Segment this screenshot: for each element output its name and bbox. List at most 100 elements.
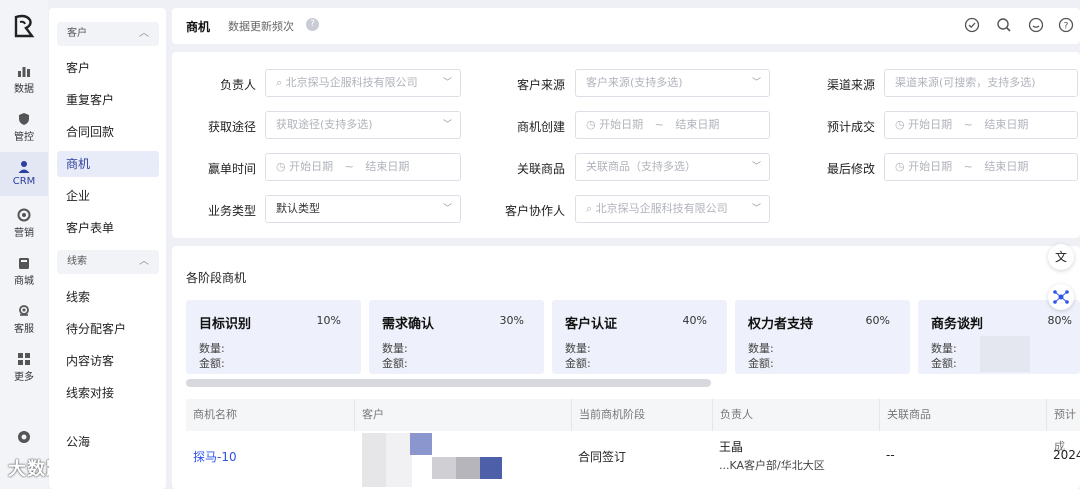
stage-card[interactable]: 目标识别 10% 数量: 金额:: [186, 300, 361, 374]
svg-text:?: ?: [1064, 22, 1069, 32]
rail-item-more[interactable]: 更多: [0, 350, 48, 384]
rail-item-service[interactable]: 客服: [0, 302, 48, 336]
chevron-down-icon: ﹀: [751, 162, 761, 172]
redacted-block: [386, 433, 412, 487]
owner-label: 负责人: [219, 78, 256, 92]
rail-label: 更多: [14, 372, 34, 383]
nav-item-duplicate-customer[interactable]: 重复客户: [57, 87, 159, 113]
target-icon: [17, 208, 31, 222]
chevron-down-icon: ﹀: [442, 204, 452, 214]
clock-icon: ◷: [586, 118, 600, 131]
biz-type-select[interactable]: 默认类型 ﹀: [265, 195, 461, 223]
nav-item-leads[interactable]: 线索: [57, 284, 159, 310]
customer-source-label: 客户来源: [516, 78, 565, 92]
owner-select[interactable]: ⌕ 北京探马企服科技有限公司 ﹀: [265, 69, 461, 97]
nav-item-contract-payment[interactable]: 合同回款: [57, 119, 159, 145]
customer-source-select[interactable]: 客户来源(支持多选) ﹀: [575, 69, 770, 97]
page-title: 商机: [186, 20, 211, 34]
stage-percent: 40%: [682, 314, 707, 327]
acquire-way-label: 获取途径: [207, 120, 256, 134]
app-logo-icon[interactable]: [12, 14, 36, 40]
expected-close-date-range[interactable]: ◷ 开始日期 ~ 结束日期: [884, 111, 1078, 139]
nav-item-content-visitor[interactable]: 内容访客: [57, 348, 159, 374]
headset-icon: [19, 305, 29, 316]
acquire-way-placeholder: 获取途径(支持多选): [276, 118, 373, 131]
collaborator-select[interactable]: ⌕ 北京探马企服科技有限公司 ﹀: [575, 195, 770, 223]
chevron-up-icon: ︿: [139, 256, 149, 267]
biz-type-value: 默认类型: [276, 202, 320, 215]
end-date-placeholder: 结束日期: [365, 160, 410, 173]
rail-item-crm[interactable]: CRM: [0, 152, 48, 196]
nav-group-customer[interactable]: 客户 ︿: [57, 22, 159, 46]
start-date-placeholder: 开始日期: [908, 118, 953, 131]
nav-item-enterprise[interactable]: 企业: [57, 183, 159, 209]
data-update-frequency[interactable]: 数据更新频次: [228, 18, 294, 34]
nav-item-customer-form[interactable]: 客户表单: [57, 215, 159, 241]
redacted-block: [410, 433, 432, 455]
column-header[interactable]: 负责人: [712, 399, 753, 431]
redacted-block: [980, 336, 1030, 372]
stage-name: 需求确认: [382, 317, 435, 332]
nav-item-opportunity[interactable]: 商机: [57, 151, 159, 177]
column-header[interactable]: 关联商品: [879, 399, 931, 431]
win-time-date-range[interactable]: ◷ 开始日期 ~ 结束日期: [265, 153, 461, 181]
created-date-range[interactable]: ◷ 开始日期 ~ 结束日期: [575, 111, 770, 139]
column-header[interactable]: 当前商机阶段: [571, 399, 645, 431]
message-icon[interactable]: [1028, 17, 1044, 33]
stage-card[interactable]: 客户认证 40% 数量: 金额:: [552, 300, 727, 374]
end-date-placeholder: 结束日期: [675, 118, 720, 131]
redacted-block: [456, 457, 480, 479]
network-icon: [1053, 290, 1069, 304]
shield-icon: [19, 113, 29, 125]
stage-card[interactable]: 商务谈判 80% 数量: 金额:: [918, 300, 1080, 374]
stage-card[interactable]: 需求确认 30% 数量: 金额:: [369, 300, 544, 374]
translate-button[interactable]: 文: [1048, 244, 1074, 270]
stage-amount-label: 金额:: [565, 357, 591, 370]
last-modified-date-range[interactable]: ◷ 开始日期 ~ 结束日期: [884, 153, 1078, 181]
range-separator: ~: [344, 160, 354, 173]
last-modified-label: 最后修改: [826, 162, 875, 176]
collaborator-value: 北京探马企服科技有限公司: [595, 202, 728, 215]
channel-source-select[interactable]: 渠道来源(可搜索，支持多选): [884, 69, 1078, 97]
column-header[interactable]: 客户: [354, 399, 384, 431]
chevron-down-icon: ﹀: [442, 78, 452, 88]
channel-source-placeholder: 渠道来源(可搜索，支持多选): [895, 76, 1036, 89]
stage-amount-label: 金额:: [199, 357, 225, 370]
check-circle-icon[interactable]: [964, 17, 980, 33]
rail-item-control[interactable]: 管控: [0, 110, 48, 144]
rail-item-marketing[interactable]: 营销: [0, 206, 48, 240]
acquire-way-select[interactable]: 获取途径(支持多选) ﹀: [265, 111, 461, 139]
rail-label: CRM: [12, 176, 36, 187]
column-header[interactable]: 商机名称: [186, 399, 237, 431]
related-product-placeholder: 关联商品（支持多选）: [586, 160, 696, 173]
rail-label: 营销: [14, 228, 34, 239]
chevron-down-icon: ﹀: [751, 204, 761, 214]
search-icon[interactable]: [996, 17, 1012, 33]
stage-card[interactable]: 权力者支持 60% 数量: 金额:: [735, 300, 910, 374]
stage-name: 目标识别: [199, 317, 252, 332]
nav-item-public-pool[interactable]: 公海: [57, 429, 159, 455]
nav-group-leads[interactable]: 线索 ︿: [57, 250, 159, 274]
product-cell: --: [886, 448, 895, 462]
help-circle-icon[interactable]: ?: [1058, 17, 1074, 33]
settings-icon[interactable]: [17, 430, 31, 444]
column-header[interactable]: 预计成: [1046, 399, 1080, 453]
grid-icon: [18, 353, 30, 365]
ai-assistant-button[interactable]: [1048, 284, 1074, 310]
redacted-block: [432, 457, 456, 479]
horizontal-scrollbar[interactable]: [186, 379, 711, 387]
created-label: 商机创建: [516, 120, 565, 134]
start-date-placeholder: 开始日期: [289, 160, 334, 173]
chevron-up-icon: ︿: [139, 28, 149, 39]
opportunity-name-link[interactable]: 探马-10: [193, 448, 237, 465]
nav-item-lead-matching[interactable]: 线索对接: [57, 380, 159, 406]
nav-item-customer[interactable]: 客户: [57, 55, 159, 81]
nav-item-unassigned-customer[interactable]: 待分配客户: [57, 316, 159, 342]
range-separator: ~: [963, 118, 973, 131]
rail-item-store[interactable]: 商城: [0, 254, 48, 288]
rail-item-data[interactable]: 数据: [0, 62, 48, 96]
related-product-select[interactable]: 关联商品（支持多选） ﹀: [575, 153, 770, 181]
rail-label: 管控: [14, 132, 34, 143]
start-date-placeholder: 开始日期: [908, 160, 953, 173]
help-icon[interactable]: ?: [306, 18, 319, 31]
